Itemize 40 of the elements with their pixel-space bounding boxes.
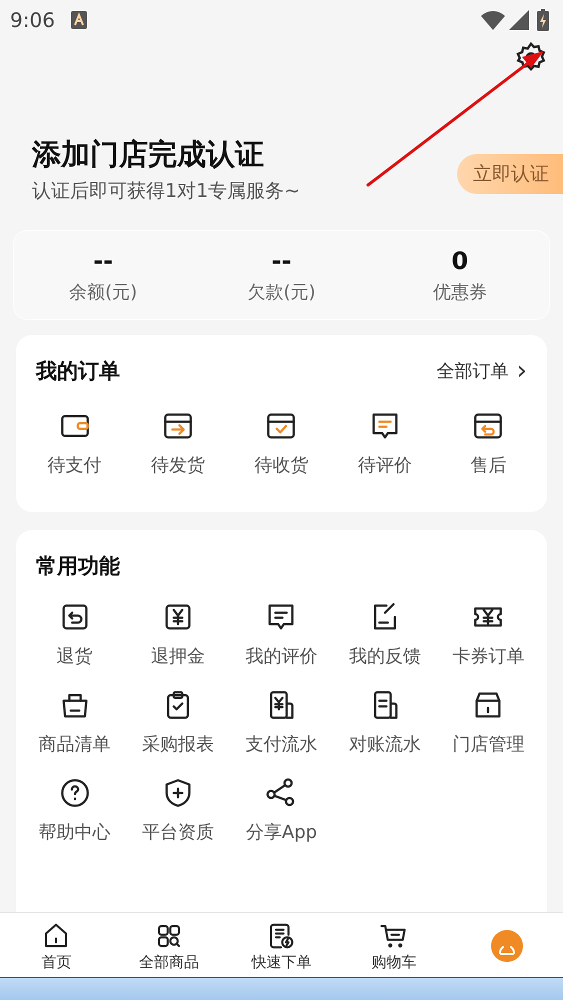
feature-item[interactable]: 采购报表	[126, 688, 230, 756]
feature-item[interactable]: 门店管理	[436, 688, 540, 756]
stat-label: 优惠券	[432, 281, 487, 304]
order-status-item[interactable]: 待评价	[333, 409, 437, 477]
tab[interactable]: 首页	[0, 913, 113, 978]
stat-value: 0	[451, 246, 468, 276]
header-title: 添加门店完成认证	[32, 136, 265, 173]
order-status-item[interactable]: 待收货	[230, 409, 334, 477]
order-status-item[interactable]: 待发货	[126, 409, 230, 477]
feature-item[interactable]: 商品清单	[23, 688, 126, 756]
feature-item[interactable]: 我的反馈	[333, 600, 437, 668]
stat-value: --	[272, 246, 292, 276]
feature-item[interactable]: 分享App	[230, 776, 334, 844]
feature-item[interactable]: 帮助中心	[23, 776, 126, 844]
order-status-item[interactable]: 售后	[436, 409, 540, 477]
feature-item[interactable]: 卡券订单	[436, 600, 540, 668]
feature-item[interactable]: 退货	[23, 600, 126, 668]
tab[interactable]: 快速下单	[225, 913, 338, 978]
status-time: 9:06	[10, 8, 55, 32]
tab[interactable]: 购物车	[338, 913, 450, 978]
signal-icon	[509, 10, 529, 30]
stat-value: --	[93, 246, 114, 276]
feature-item[interactable]: 平台资质	[126, 776, 230, 844]
battery-icon	[537, 9, 549, 31]
avatar-icon	[490, 928, 524, 962]
stat-label: 欠款(元)	[247, 281, 316, 304]
header-subtitle: 认证后即可获得1对1专属服务~	[32, 179, 302, 204]
feature-item[interactable]: 对账流水	[333, 688, 437, 756]
feature-item[interactable]: 支付流水	[230, 688, 334, 756]
all-orders-link[interactable]: 全部订单 ›	[436, 359, 527, 383]
section-title: 我的订单	[36, 358, 121, 385]
order-status-item[interactable]: 待支付	[23, 409, 126, 477]
tab[interactable]: 全部商品	[112, 913, 226, 978]
section-title: 常用功能	[36, 553, 121, 580]
notification-icon	[70, 11, 87, 29]
feature-item[interactable]: 我的评价	[230, 600, 334, 668]
verify-button[interactable]: 立即认证	[457, 154, 563, 194]
feature-item[interactable]: 退押金	[126, 600, 230, 668]
wifi-icon	[481, 10, 505, 30]
stat-label: 余额(元)	[69, 281, 138, 304]
